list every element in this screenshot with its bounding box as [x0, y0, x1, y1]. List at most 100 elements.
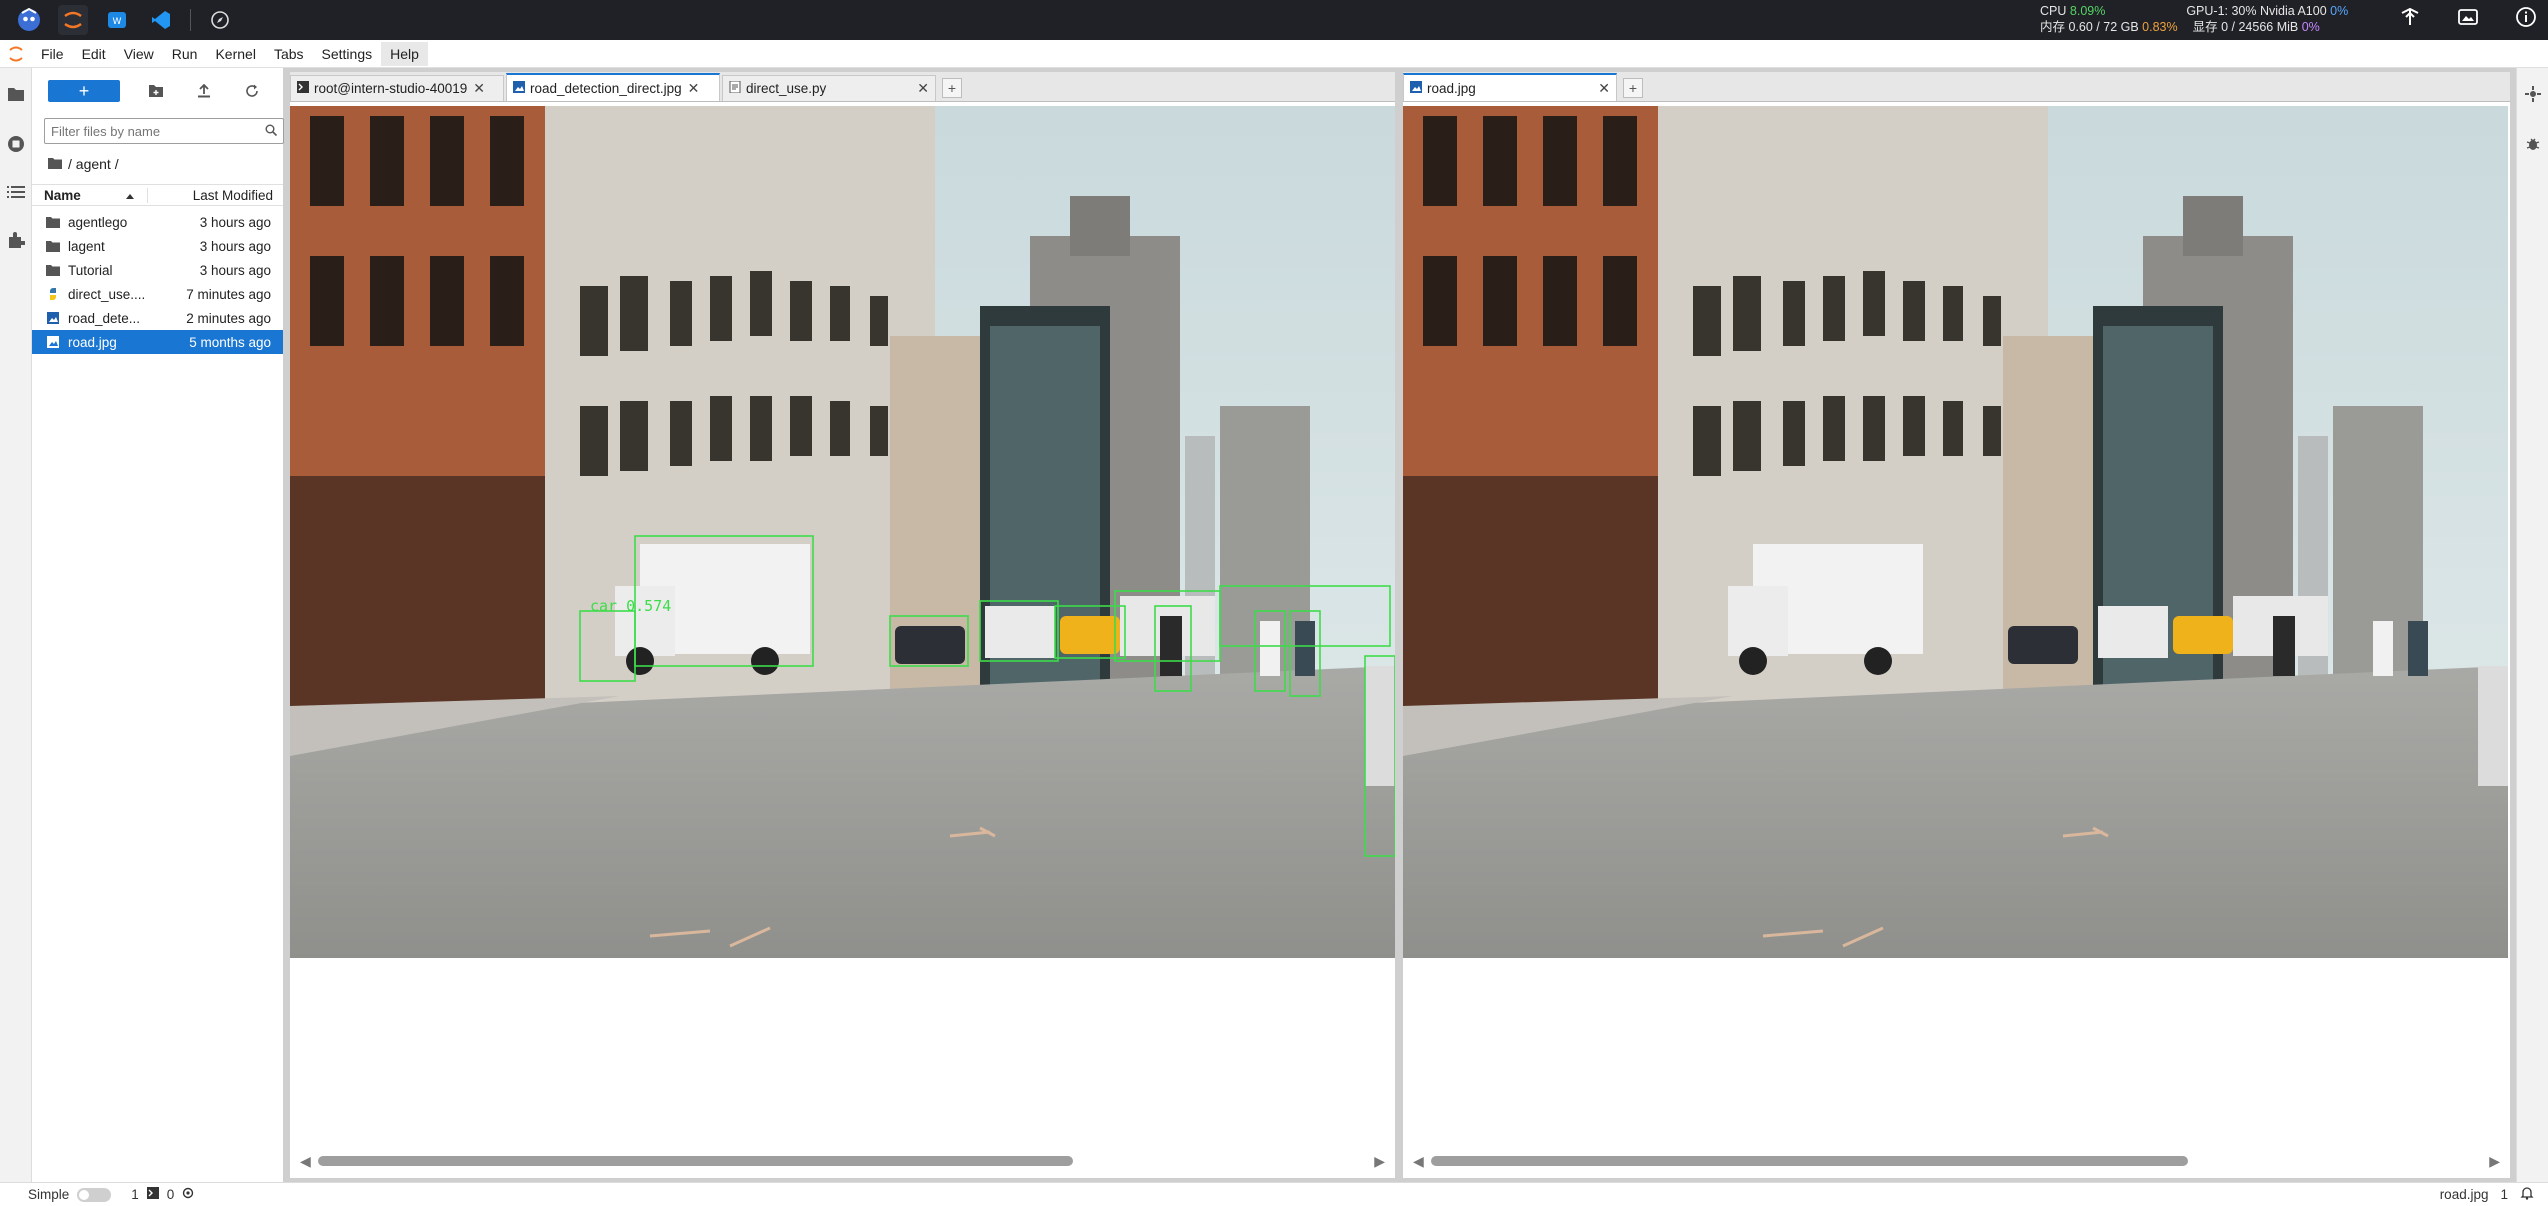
main-dock-area: root@intern-studio-40019 ✕ road_detectio…	[284, 68, 2516, 1182]
close-icon[interactable]: ✕	[1598, 80, 1610, 97]
memory-label: 内存	[2040, 20, 2066, 34]
scroll-left-icon[interactable]: ◀	[1413, 1153, 1424, 1170]
screenshot-icon[interactable]	[2456, 5, 2480, 34]
file-modified: 3 hours ago	[199, 238, 271, 254]
menu-settings[interactable]: Settings	[313, 42, 382, 66]
simple-mode-label: Simple	[28, 1187, 70, 1202]
image-file-icon	[46, 335, 68, 349]
tab-road-detection-direct[interactable]: road_detection_direct.jpg ✕	[506, 73, 720, 101]
tab-terminal[interactable]: root@intern-studio-40019 ✕	[290, 75, 504, 101]
memory-value: 0.60 / 72 GB	[2068, 20, 2139, 34]
tab-label: direct_use.py	[746, 81, 827, 96]
tab-label: road.jpg	[1427, 80, 1476, 96]
detection-label: car 0.574	[590, 597, 671, 615]
file-row-direct-use-py[interactable]: direct_use.... 7 minutes ago	[32, 282, 283, 306]
table-of-contents-icon[interactable]	[0, 168, 32, 216]
tab-direct-use-py[interactable]: direct_use.py ✕	[722, 75, 936, 101]
system-bar: W CPU 8.09% GPU-1: 30% Nvidia A100 0% 内存…	[0, 0, 2548, 40]
scroll-track[interactable]	[1431, 1156, 2482, 1166]
debugger-icon[interactable]	[2517, 120, 2548, 168]
property-inspector-icon[interactable]	[2517, 68, 2548, 120]
file-modified: 2 minutes ago	[186, 310, 271, 326]
home-folder-icon[interactable]	[48, 156, 62, 172]
menu-run[interactable]: Run	[163, 42, 207, 66]
street-scene-detected: car 0.574	[290, 106, 1395, 958]
scroll-thumb[interactable]	[318, 1156, 1074, 1166]
vscode-icon[interactable]	[146, 5, 176, 35]
scroll-left-icon[interactable]: ◀	[300, 1153, 311, 1170]
name-column-header[interactable]: Name	[32, 187, 148, 203]
simple-mode-toggle[interactable]	[77, 1187, 112, 1202]
menu-edit[interactable]: Edit	[73, 42, 115, 66]
python-file-icon	[729, 80, 741, 96]
file-row-road-detection[interactable]: road_dete... 2 minutes ago	[32, 306, 283, 330]
file-name: direct_use....	[68, 286, 146, 302]
image-file-icon	[1410, 80, 1422, 96]
menu-bar: File Edit View Run Kernel Tabs Settings …	[0, 40, 2548, 68]
extension-manager-icon[interactable]	[0, 216, 32, 264]
upload-tool-icon[interactable]	[2398, 5, 2422, 34]
upload-files-icon[interactable]	[180, 84, 228, 98]
new-launcher-button[interactable]: +	[48, 80, 120, 102]
running-kernels-icon[interactable]	[0, 120, 32, 168]
last-modified-column-header[interactable]: Last Modified	[148, 188, 283, 203]
file-modified: 3 hours ago	[199, 214, 271, 230]
gpu-percent: 0%	[2330, 4, 2349, 18]
kernel-count[interactable]: 0	[167, 1187, 175, 1202]
horizontal-scrollbar[interactable]: ◀ ▶	[1403, 1148, 2510, 1172]
folder-icon	[46, 240, 68, 252]
file-row-road-jpg[interactable]: road.jpg 5 months ago	[32, 330, 283, 354]
vscode-web-icon[interactable]: W	[102, 5, 132, 35]
status-bar: Simple 1 0 road.jpg 1	[0, 1182, 2548, 1206]
scroll-right-icon[interactable]: ▶	[2489, 1153, 2500, 1170]
tab-label: road_detection_direct.jpg	[530, 80, 682, 96]
vram-label: 显存	[2192, 20, 2218, 34]
breadcrumb: / agent /	[48, 156, 283, 172]
file-row-agentlego[interactable]: agentlego 3 hours ago	[32, 210, 283, 234]
filter-files-input[interactable]: Filter files by name	[44, 118, 284, 144]
file-name: road.jpg	[68, 334, 117, 350]
refresh-icon[interactable]	[228, 84, 276, 98]
scroll-track[interactable]	[318, 1156, 1367, 1166]
close-icon[interactable]: ✕	[688, 80, 700, 97]
current-file-label: road.jpg	[2439, 1187, 2489, 1202]
vram-percent: 0%	[2301, 20, 2320, 34]
compass-icon[interactable]	[205, 5, 235, 35]
close-icon[interactable]: ✕	[473, 80, 485, 97]
terminal-count[interactable]: 1	[131, 1187, 139, 1202]
file-row-lagent[interactable]: lagent 3 hours ago	[32, 234, 283, 258]
menu-help[interactable]: Help	[381, 41, 428, 66]
menu-tabs[interactable]: Tabs	[265, 42, 313, 66]
intern-studio-logo[interactable]	[14, 5, 44, 35]
file-modified: 7 minutes ago	[186, 286, 271, 302]
breadcrumb-path[interactable]: / agent /	[68, 156, 119, 172]
file-browser-panel: + Filter files by name / agent / Name La…	[32, 68, 284, 1182]
add-tab-button[interactable]: +	[942, 78, 962, 98]
image-file-icon	[513, 80, 525, 96]
horizontal-scrollbar[interactable]: ◀ ▶	[290, 1148, 1395, 1172]
tab-road-jpg[interactable]: road.jpg ✕	[1403, 73, 1617, 101]
menu-file[interactable]: File	[32, 42, 73, 66]
file-browser-toolbar: +	[32, 68, 283, 114]
info-icon[interactable]	[2514, 5, 2538, 34]
notification-bell-icon[interactable]	[2520, 1186, 2534, 1203]
file-modified: 3 hours ago	[199, 262, 271, 278]
file-modified: 5 months ago	[189, 334, 271, 350]
vram-value: 0 / 24566 MiB	[2221, 20, 2299, 34]
folder-icon	[46, 216, 68, 228]
image-file-icon	[46, 311, 68, 325]
file-browser-tab-icon[interactable]	[0, 68, 32, 120]
scroll-right-icon[interactable]: ▶	[1374, 1153, 1385, 1170]
right-sidebar-rail	[2516, 68, 2548, 1182]
file-row-tutorial[interactable]: Tutorial 3 hours ago	[32, 258, 283, 282]
close-icon[interactable]: ✕	[917, 80, 929, 97]
add-tab-button[interactable]: +	[1623, 78, 1643, 98]
menu-kernel[interactable]: Kernel	[206, 42, 264, 66]
scroll-thumb[interactable]	[1431, 1156, 2188, 1166]
file-name: agentlego	[68, 214, 128, 230]
jupyter-launcher-icon[interactable]	[58, 5, 88, 35]
new-folder-icon[interactable]	[132, 84, 180, 98]
jupyter-logo-icon	[0, 45, 32, 63]
file-list: agentlego 3 hours ago lagent 3 hours ago…	[32, 210, 283, 354]
menu-view[interactable]: View	[115, 42, 163, 66]
